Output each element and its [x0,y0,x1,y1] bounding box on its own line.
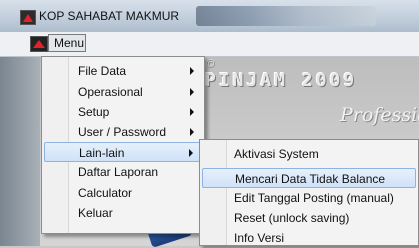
chevron-right-icon [190,67,194,75]
lain-lain-submenu: Aktivasi System Mencari Data Tidak Balan… [199,139,419,246]
app-logo-icon[interactable] [20,10,36,25]
menu-item-label: Setup [78,105,110,119]
submenu-item-reset[interactable]: Reset (unlock saving) [202,208,416,228]
chevron-right-icon [190,88,194,96]
menu-item-label: Operasional [78,85,143,99]
submenu-item-aktivasi-system[interactable]: Aktivasi System [202,144,416,164]
window-title: KOP SAHABAT MAKMUR [39,9,180,23]
submenu-item-mencari-data[interactable]: Mencari Data Tidak Balance [202,168,416,188]
menu-item-daftar-laporan[interactable]: Daftar Laporan [44,162,202,182]
menu-item-lain-lain[interactable]: Lain-lain [44,142,202,162]
menu-item-label: Lain-lain [79,146,125,160]
app-logo-icon[interactable] [30,36,48,52]
menu-button[interactable]: Menu [48,34,86,52]
menu-item-label: Reset (unlock saving) [234,211,350,225]
brand-text: PINJAM 2009 [205,70,358,91]
menu-item-label: Edit Tanggal Posting (manual) [234,191,394,205]
menu-item-label: Aktivasi System [234,147,319,161]
menu-item-label: User / Password [78,125,167,139]
menu-item-user-password[interactable]: User / Password [44,122,202,142]
menu-item-label: Mencari Data Tidak Balance [235,172,386,186]
menu-item-operasional[interactable]: Operasional [44,82,202,102]
chevron-right-icon [190,128,194,136]
menu-item-label: File Data [78,64,127,78]
copyright-mark: © [206,58,215,70]
background-panel [0,57,40,246]
chevron-right-icon [190,108,194,116]
menu-item-label: Daftar Laporan [78,165,159,179]
menu-item-label: Info Versi [234,231,285,245]
window-controls[interactable] [196,6,376,26]
menu-item-keluar[interactable]: Keluar [44,203,202,223]
main-menu: File Data Operasional Setup User / Passw… [41,56,205,234]
tagline-text: Professio [340,104,419,126]
submenu-item-edit-tanggal[interactable]: Edit Tanggal Posting (manual) [202,188,416,208]
chevron-right-icon [189,149,193,157]
menu-item-file-data[interactable]: File Data [44,61,202,81]
menu-item-label: Calculator [78,186,133,200]
menu-item-label: Keluar [78,206,113,220]
menu-item-setup[interactable]: Setup [44,102,202,122]
submenu-item-info-versi[interactable]: Info Versi [202,228,416,248]
menu-item-calculator[interactable]: Calculator [44,183,202,203]
